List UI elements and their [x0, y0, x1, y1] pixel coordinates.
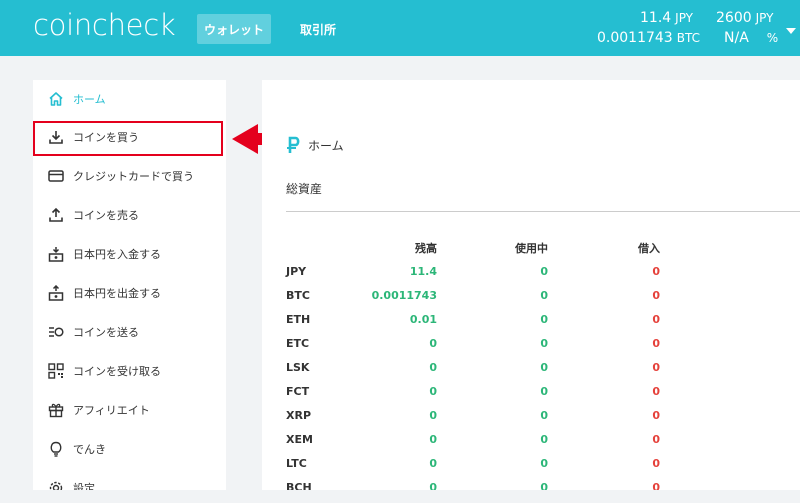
in-use-cell: 0	[540, 289, 548, 302]
coin-label: LTC	[286, 457, 307, 470]
coin-label: XRP	[286, 409, 312, 422]
borrowed-cell: 0	[652, 457, 660, 470]
coin-label: ETC	[286, 337, 310, 350]
sidebar-item-label: ホーム	[73, 93, 106, 106]
balance-cell: 0	[429, 433, 437, 446]
in-use-cell: 0	[540, 409, 548, 422]
btc-rate-unit: JPY	[755, 11, 774, 25]
gear-icon	[47, 479, 65, 490]
in-use-cell: 0	[540, 481, 548, 490]
balance-cell: 0	[429, 409, 437, 422]
btc-rate-value: 2600	[716, 10, 752, 26]
borrowed-cell: 0	[652, 289, 660, 302]
credit-card-icon	[47, 167, 65, 185]
rate-change-value: N/A	[724, 30, 749, 46]
sidebar-item-electricity[interactable]: でんき	[33, 431, 226, 467]
sidebar-item-sell-coin[interactable]: コインを売る	[33, 197, 226, 233]
nav-wallet-tab[interactable]: ウォレット	[197, 14, 271, 44]
upload-icon	[47, 206, 65, 224]
sidebar-item-label: 日本円を入金する	[73, 248, 161, 261]
borrowed-cell: 0	[652, 409, 660, 422]
sidebar-item-label: 日本円を出金する	[73, 287, 161, 300]
send-icon	[47, 323, 65, 341]
sidebar-item-deposit-jpy[interactable]: 日本円を入金する	[33, 236, 226, 272]
balance-cell: 0	[429, 337, 437, 350]
sidebar-item-settings[interactable]: 設定	[33, 470, 226, 490]
nav-exchange-tab[interactable]: 取引所	[300, 14, 336, 44]
sidebar-item-home[interactable]: ホーム	[33, 81, 226, 117]
btc-balance-value: 0.0011743	[597, 30, 673, 46]
coin-label: JPY	[286, 265, 307, 278]
rate-change[interactable]: N/A%	[724, 30, 778, 46]
total-assets-heading: 総資産	[286, 182, 323, 196]
coin-label: BTC	[286, 289, 310, 302]
borrowed-cell: 0	[652, 433, 660, 446]
coin-label: LSK	[286, 361, 310, 374]
jpy-balance-value: 11.4	[640, 10, 672, 26]
divider	[286, 211, 800, 212]
balance-cell: 0	[429, 385, 437, 398]
sidebar-item-label: コインを受け取る	[73, 365, 161, 378]
rate-change-unit: %	[766, 31, 779, 45]
highlight-box	[33, 121, 223, 156]
page-title-text: ホーム	[308, 138, 344, 153]
top-header: coincheck ウォレット 取引所 11.4 JPY 0.0011743 BTC…	[0, 0, 800, 56]
sidebar-item-send-coin[interactable]: コインを送る	[33, 314, 226, 350]
sidebar-item-label: 設定	[73, 482, 95, 490]
borrowed-cell: 0	[652, 265, 660, 278]
borrowed-cell: 0	[652, 385, 660, 398]
coin-label: BCH	[286, 481, 312, 490]
balance-cell: 0	[429, 457, 437, 470]
borrowed-cell: 0	[652, 313, 660, 326]
coin-label: FCT	[286, 385, 310, 398]
in-use-cell: 0	[540, 361, 548, 374]
jpy-balance: 11.4 JPY	[640, 10, 693, 26]
sidebar-item-label: コインを送る	[73, 326, 139, 339]
lightbulb-icon	[47, 440, 65, 458]
in-use-cell: 0	[540, 385, 548, 398]
in-use-cell: 0	[540, 433, 548, 446]
in-use-cell: 0	[540, 457, 548, 470]
qr-code-icon	[47, 362, 65, 380]
sidebar-item-credit-card[interactable]: クレジットカードで買う	[33, 158, 226, 194]
col-header-balance: 残高	[415, 242, 437, 255]
gift-icon	[47, 401, 65, 419]
sidebar-item-label: アフィリエイト	[73, 404, 150, 417]
sidebar-item-label: コインを売る	[73, 209, 139, 222]
chevron-down-icon[interactable]	[786, 28, 796, 34]
in-use-cell: 0	[540, 265, 548, 278]
col-header-in-use: 使用中	[515, 242, 548, 255]
page-title: ホーム	[286, 136, 344, 154]
in-use-cell: 0	[540, 337, 548, 350]
borrowed-cell: 0	[652, 481, 660, 490]
sidebar-item-withdraw-jpy[interactable]: 日本円を出金する	[33, 275, 226, 311]
deposit-icon	[47, 245, 65, 263]
borrowed-cell: 0	[652, 361, 660, 374]
borrowed-cell: 0	[652, 337, 660, 350]
sidebar-item-receive-coin[interactable]: コインを受け取る	[33, 353, 226, 389]
sidebar-item-label: でんき	[73, 443, 106, 456]
balance-cell: 0.01	[409, 313, 437, 326]
btc-rate[interactable]: 2600 JPY	[716, 10, 773, 26]
sidebar-item-label: クレジットカードで買う	[73, 170, 194, 183]
home-icon	[47, 90, 65, 108]
balance-cell: 0	[429, 361, 437, 374]
main-panel: ホーム 総資産 残高 使用中 借入 JPY 11.4 0 0 BTC 0.001…	[262, 80, 800, 490]
sidebar-item-affiliate[interactable]: アフィリエイト	[33, 392, 226, 428]
in-use-cell: 0	[540, 313, 548, 326]
btc-balance-unit: BTC	[676, 31, 700, 45]
coincheck-logo[interactable]: coincheck	[33, 8, 176, 42]
balance-cell: 0	[429, 481, 437, 490]
coin-label: XEM	[286, 433, 313, 446]
col-header-borrowed: 借入	[638, 242, 660, 255]
coincheck-p-icon	[287, 136, 300, 153]
withdraw-icon	[47, 284, 65, 302]
coin-label: ETH	[286, 313, 311, 326]
btc-balance: 0.0011743 BTC	[597, 30, 700, 46]
jpy-balance-unit: JPY	[675, 11, 694, 25]
balance-cell: 11.4	[409, 265, 437, 278]
balance-cell: 0.0011743	[371, 289, 437, 302]
